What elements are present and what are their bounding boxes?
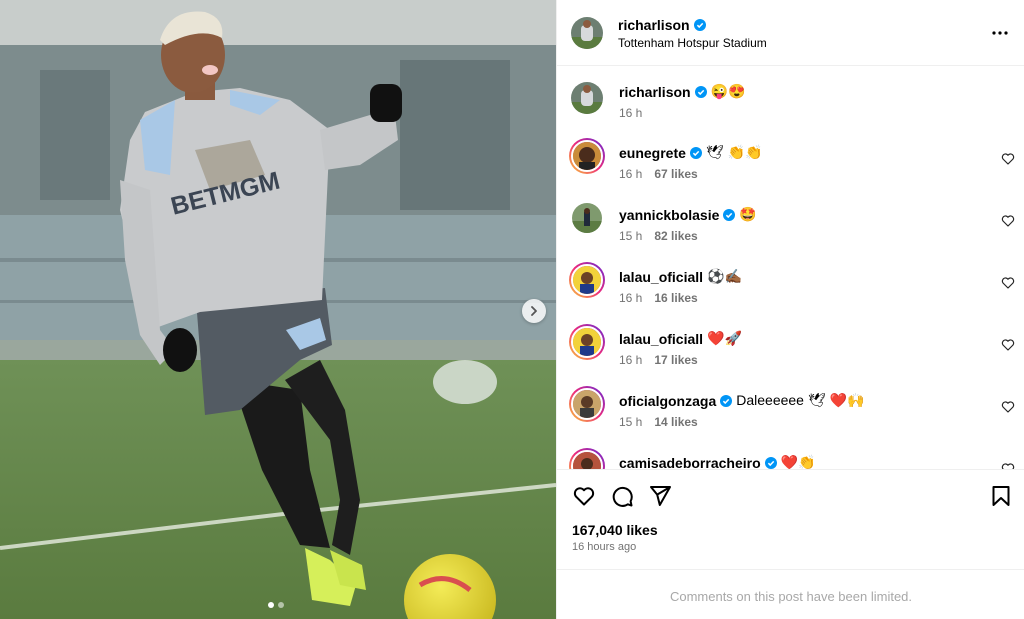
comments-list[interactable]: richarlison 😜😍 16 h eunegrete 🕊 👏👏 16 h … [557,67,1024,469]
verified-badge-icon [723,208,736,221]
caption-text: 😜😍 [710,83,746,99]
verified-badge-icon [693,19,706,31]
comment-item: oficialgonzaga Daleeeeee 🕊 ❤️🙌 15 h 14 l… [557,386,1024,448]
avatar[interactable] [572,203,602,233]
post-side-panel: richarlison Tottenham Hotspur Stadium ri… [556,0,1024,619]
comment-time[interactable]: 15 h [619,415,642,429]
comment-username[interactable]: lalau_oficiall [619,331,703,347]
heart-icon[interactable] [1001,152,1015,166]
comment-text: ❤️🚀 [707,330,742,346]
post-header: richarlison Tottenham Hotspur Stadium [557,0,1024,66]
avatar[interactable] [569,448,605,469]
caption-username[interactable]: richarlison [619,84,691,100]
avatar[interactable] [571,82,603,114]
heart-icon[interactable] [1001,214,1015,228]
heart-icon[interactable] [1001,462,1015,469]
comment-text: Daleeeeee 🕊 ❤️🙌 [736,392,865,408]
comment-item: lalau_oficiall ⚽️✍🏾 16 h 16 likes [557,262,1024,324]
avatar[interactable] [571,17,603,49]
comment-username[interactable]: camisadeborracheiro [619,455,761,470]
avatar[interactable] [569,324,605,360]
comment-likes[interactable]: 14 likes [654,415,697,429]
post-likes-count[interactable]: 167,040 likes [572,522,658,538]
comment-text: 🤩 [739,206,757,222]
post-timestamp[interactable]: 16 hours ago [572,541,636,553]
comment-time[interactable]: 16 h [619,167,642,181]
comment-username[interactable]: yannickbolasie [619,207,719,223]
comment-likes[interactable]: 82 likes [654,229,697,243]
comment-item: camisadeborracheiro ❤️👏 [557,448,1024,469]
caption-time[interactable]: 16 h [619,106,642,120]
comment-text: ❤️👏 [780,454,816,469]
more-horizontal-icon [992,31,1008,35]
comment-time[interactable]: 16 h [619,353,642,367]
post-media[interactable]: BETMGM [0,0,556,619]
avatar[interactable] [569,262,605,298]
post-caption: richarlison 😜😍 16 h [557,77,1024,139]
send-icon[interactable] [648,484,672,508]
carousel-dot-active [268,602,274,608]
heart-icon[interactable] [572,484,596,508]
verified-badge-icon [694,85,707,98]
verified-badge-icon [720,394,733,407]
post-photo: BETMGM [0,0,556,619]
more-options-button[interactable] [989,24,1011,42]
comment-likes[interactable]: 67 likes [654,167,697,181]
comment-item: lalau_oficiall ❤️🚀 16 h 17 likes [557,324,1024,386]
post-author[interactable]: richarlison [618,17,706,33]
chevron-right-icon [531,306,537,316]
heart-icon[interactable] [1001,338,1015,352]
comment-time[interactable]: 15 h [619,229,642,243]
comments-limited-notice: Comments on this post have been limited. [669,589,913,604]
post-location[interactable]: Tottenham Hotspur Stadium [618,36,767,50]
comment-time[interactable]: 16 h [619,291,642,305]
verified-badge-icon [764,456,777,469]
comment-likes[interactable]: 17 likes [654,353,697,367]
post-author-username[interactable]: richarlison [618,17,690,33]
comment-text: 🕊 👏👏 [705,144,763,160]
comment-item: eunegrete 🕊 👏👏 16 h 67 likes [557,138,1024,200]
carousel-dot [278,602,284,608]
heart-icon[interactable] [1001,400,1015,414]
comment-username[interactable]: lalau_oficiall [619,269,703,285]
heart-icon[interactable] [1001,276,1015,290]
post-actions: 167,040 likes 16 hours ago [557,469,1024,570]
post-dialog: BETMGM richarlison Tottenham Hotspur Sta… [0,0,1024,619]
verified-badge-icon [689,146,702,159]
avatar[interactable] [569,138,605,174]
comment-item: yannickbolasie 🤩 15 h 82 likes [557,200,1024,262]
bookmark-icon[interactable] [989,484,1013,508]
carousel-next-button[interactable] [522,299,546,323]
comment-username[interactable]: oficialgonzaga [619,393,716,409]
comment-text: ⚽️✍🏾 [707,268,742,284]
comment-username[interactable]: eunegrete [619,145,686,161]
comment-icon[interactable] [610,484,634,508]
comment-likes[interactable]: 16 likes [654,291,697,305]
carousel-indicator [268,602,284,608]
avatar[interactable] [569,386,605,422]
